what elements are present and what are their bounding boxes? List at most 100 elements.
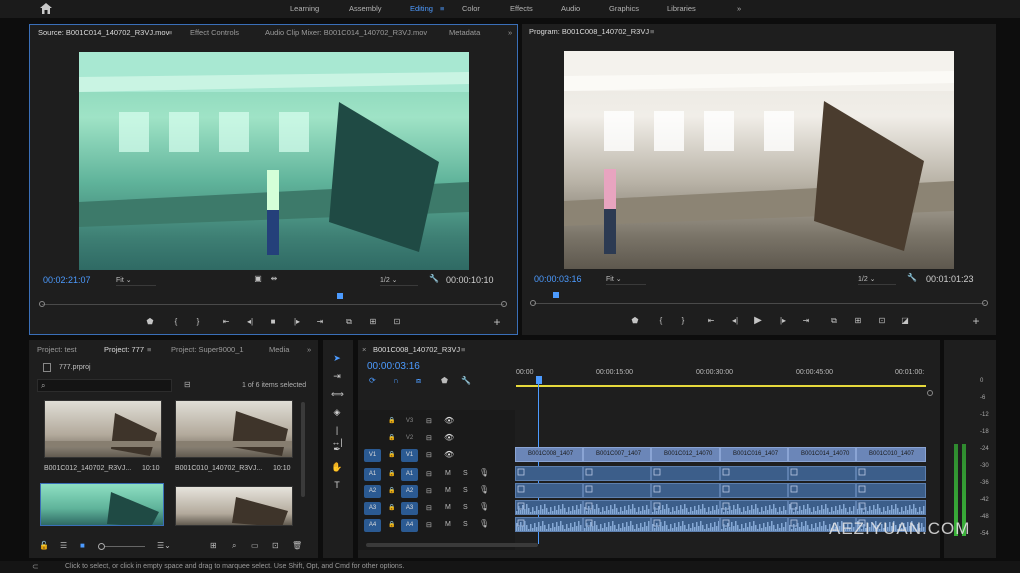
tab-project-super9000[interactable]: Project: Super9000_1 <box>171 342 244 358</box>
solo-button[interactable]: S <box>463 470 468 477</box>
lock-track-icon[interactable]: 🔒 <box>388 521 395 528</box>
program-go-to-in-icon[interactable]: ⇤ <box>705 315 717 327</box>
find-icon[interactable]: ⌕ <box>232 541 236 551</box>
audio-clip[interactable] <box>583 466 651 481</box>
source-resolution-dropdown[interactable]: 1/2 ⌄ <box>380 275 418 286</box>
video-clip[interactable]: B001C007_1407 <box>583 447 651 462</box>
track-label-v2[interactable]: V2 <box>401 432 418 445</box>
source-fit-dropdown[interactable]: Fit ⌄ <box>116 275 156 286</box>
workspace-assembly[interactable]: Assembly <box>349 4 382 13</box>
button-editor-icon[interactable]: + <box>491 316 503 328</box>
audio-clip[interactable] <box>720 483 788 498</box>
eye-icon[interactable]: 👁 <box>444 416 454 425</box>
sync-lock-icon[interactable]: ⊟ <box>426 451 432 459</box>
audio-clip[interactable] <box>720 466 788 481</box>
comparison-icon[interactable]: ⇹ <box>268 273 280 285</box>
sync-lock-icon[interactable]: ⊟ <box>426 487 432 495</box>
solo-button[interactable]: S <box>463 504 468 511</box>
audio-clip[interactable] <box>720 517 788 532</box>
solo-button[interactable]: S <box>463 487 468 494</box>
audio-clip[interactable] <box>515 483 583 498</box>
list-view-icon[interactable]: ☰ <box>60 541 67 550</box>
workspace-audio[interactable]: Audio <box>561 4 580 13</box>
go-to-in-icon[interactable]: ⇤ <box>220 316 232 328</box>
workspace-learning[interactable]: Learning <box>290 4 319 13</box>
sync-lock-icon[interactable]: ⊟ <box>426 470 432 478</box>
project-search-field[interactable]: ⌕ <box>37 379 172 392</box>
source-patch-v1[interactable]: V1 <box>364 449 381 462</box>
mute-button[interactable]: M <box>445 470 451 477</box>
track-label-v1[interactable]: V1 <box>401 449 418 462</box>
project-menu-icon[interactable]: ≡ <box>147 342 151 358</box>
source-patch-a2[interactable]: A2 <box>364 485 381 498</box>
selection-tool-icon[interactable]: ➤ <box>331 352 343 364</box>
voice-over-icon[interactable]: 🎙 <box>479 519 489 528</box>
icon-view-icon[interactable]: ■ <box>80 541 85 550</box>
audio-clip[interactable] <box>515 466 583 481</box>
source-time-ruler[interactable] <box>42 304 504 305</box>
program-mark-out-icon[interactable]: } <box>677 315 689 327</box>
nest-toggle-icon[interactable]: ⟳ <box>369 376 376 385</box>
snap-icon[interactable]: ∩ <box>393 376 399 385</box>
program-ruler-end-handle[interactable] <box>982 300 988 306</box>
lock-track-icon[interactable]: 🔒 <box>388 487 395 494</box>
tab-project-test[interactable]: Project: test <box>37 342 77 358</box>
workspace-color[interactable]: Color <box>462 4 480 13</box>
audio-clip[interactable] <box>856 483 926 498</box>
source-patch-a3[interactable]: A3 <box>364 502 381 515</box>
new-bin-from-search-icon[interactable]: ⊟ <box>184 380 191 389</box>
audio-clip[interactable] <box>515 517 583 532</box>
panel-overflow-icon[interactable]: » <box>508 25 512 41</box>
new-bin-icon[interactable]: ▭ <box>251 541 259 550</box>
audio-clip[interactable] <box>583 483 651 498</box>
sequence-menu-icon[interactable]: ≡ <box>461 342 465 358</box>
lock-track-icon[interactable]: 🔒 <box>388 434 395 441</box>
add-marker-icon[interactable]: ⬟ <box>144 316 156 328</box>
timeline-playhead[interactable] <box>536 376 542 384</box>
program-settings-wrench-icon[interactable]: 🔧 <box>906 272 918 284</box>
program-menu-icon[interactable]: ≡ <box>650 24 654 40</box>
tab-audio-clip-mixer[interactable]: Audio Clip Mixer: B001C014_140702_R3VJ.m… <box>265 25 427 41</box>
new-item-icon[interactable]: ⊡ <box>272 541 279 550</box>
track-select-tool-icon[interactable]: ⇥ <box>331 370 343 382</box>
work-area-bar[interactable] <box>516 385 926 387</box>
workspace-graphics[interactable]: Graphics <box>609 4 639 13</box>
workspace-editing[interactable]: Editing <box>410 4 433 13</box>
tab-metadata[interactable]: Metadata <box>449 25 480 41</box>
sync-lock-icon[interactable]: ⊟ <box>426 504 432 512</box>
home-icon[interactable] <box>40 3 52 14</box>
timeline-timecode[interactable]: 00:00:03:16 <box>367 361 420 372</box>
track-label-a2[interactable]: A2 <box>401 485 418 498</box>
project-overflow-icon[interactable]: » <box>307 342 311 358</box>
source-ruler-start-handle[interactable] <box>39 301 45 307</box>
project-item-thumbnail[interactable] <box>40 483 164 526</box>
lift-icon[interactable]: ⧉ <box>828 315 840 327</box>
tab-media[interactable]: Media <box>269 342 289 358</box>
audio-clip[interactable] <box>788 466 856 481</box>
hand-tool-icon[interactable]: ✋ <box>331 461 343 473</box>
audio-clip[interactable] <box>788 500 856 515</box>
eye-icon[interactable]: 👁 <box>444 433 454 442</box>
source-timecode[interactable]: 00:02:21:07 <box>43 275 91 285</box>
extract-icon[interactable]: ⊞ <box>852 315 864 327</box>
lock-track-icon[interactable]: 🔒 <box>388 504 395 511</box>
audio-clip[interactable] <box>788 483 856 498</box>
audio-clip[interactable] <box>651 466 720 481</box>
go-to-out-icon[interactable]: ⇥ <box>314 316 326 328</box>
program-step-back-icon[interactable]: ◂| <box>729 315 741 327</box>
audio-clip[interactable] <box>856 500 926 515</box>
export-frame-icon[interactable]: ⊡ <box>391 316 403 328</box>
program-button-editor-icon[interactable]: + <box>970 315 982 327</box>
video-clip[interactable]: B001C014_14070 <box>788 447 856 462</box>
safe-margins-icon[interactable]: ▣ <box>252 273 264 285</box>
video-clip[interactable]: B001C008_1407 <box>515 447 583 462</box>
mark-in-icon[interactable]: { <box>170 316 182 328</box>
insert-icon[interactable]: ⧉ <box>343 316 355 328</box>
slip-tool-icon[interactable]: |↔| <box>331 424 343 447</box>
audio-clip[interactable] <box>651 483 720 498</box>
source-playhead[interactable] <box>337 293 343 299</box>
step-forward-icon[interactable]: |▸ <box>291 316 303 328</box>
project-scrollbar[interactable] <box>301 402 305 497</box>
audio-clip[interactable] <box>856 466 926 481</box>
mute-button[interactable]: M <box>445 504 451 511</box>
